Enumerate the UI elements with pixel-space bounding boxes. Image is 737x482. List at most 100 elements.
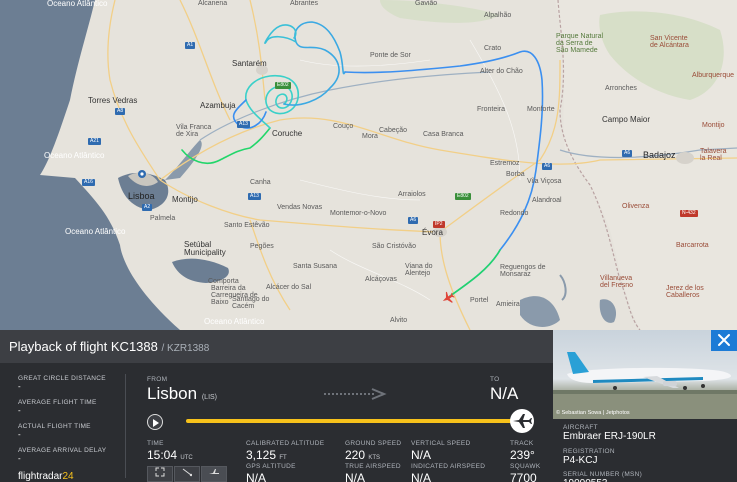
- map-label-town: Alburquerque: [692, 72, 735, 79]
- playback-scrubber[interactable]: [510, 409, 534, 433]
- map-label-town: Alter do Chão: [480, 68, 523, 75]
- map-label-city: Setúbal Municipality: [184, 240, 226, 257]
- map-label-town: Comporta: [208, 278, 239, 285]
- map-label-ocean: Oceano Atlântico: [47, 0, 108, 8]
- road-shield: A6: [408, 217, 419, 224]
- map-label-town: Redondo: [500, 210, 529, 217]
- gps-altitude-label: GPS ALTITUDE: [246, 463, 296, 470]
- gc-distance-label: GREAT CIRCLE DISTANCE: [18, 375, 106, 382]
- registration-label: REGISTRATION: [563, 448, 615, 455]
- play-button[interactable]: [147, 414, 163, 430]
- map-label-city: Campo Maior: [602, 115, 651, 124]
- playback-header: Playback of flight KC1388 / KZR1388: [0, 330, 553, 363]
- road-shield: A13: [237, 121, 250, 128]
- from-city: Lisbon: [147, 384, 198, 403]
- map-label-town: Borba: [506, 171, 525, 178]
- squawk-label: SQUAWK: [510, 463, 541, 470]
- time-value: 15:04 UTC: [147, 448, 193, 462]
- calibrated-altitude-value: 3,125 FT: [246, 448, 287, 462]
- map-label-town: Canha: [250, 179, 271, 186]
- plane-view-icon: [209, 469, 219, 474]
- road-shield: A8: [115, 108, 126, 115]
- map-label-town: Ponte de Sor: [370, 52, 411, 59]
- map-label-town: Couço: [333, 123, 354, 130]
- true-airspeed-label: TRUE AIRSPEED: [345, 463, 401, 470]
- vertical-speed-label: VERTICAL SPEED: [411, 440, 471, 447]
- from-label: FROM: [147, 376, 168, 383]
- to-label: TO: [490, 376, 500, 383]
- map-label-town: Cabeção: [379, 127, 408, 134]
- map-label-town: Amieira: [496, 301, 520, 308]
- flight-map[interactable]: Oceano Atlântico Oceano Atlântico Oceano…: [0, 0, 737, 330]
- playback-progress-bar[interactable]: [186, 419, 520, 423]
- map-label-town: Santa Susana: [293, 263, 337, 270]
- map-label-town: Crato: [484, 45, 502, 52]
- aircraft-photo[interactable]: © Sebastian Sowa | Jetphotos: [553, 330, 737, 419]
- road-shield: IP2: [433, 221, 445, 228]
- true-airspeed-value: N/A: [345, 471, 366, 482]
- map-label-town: Arronches: [605, 85, 637, 92]
- from-code: (LIS): [201, 394, 218, 401]
- playback-callsign: / KZR1388: [161, 343, 210, 354]
- map-label-town: Mora: [362, 133, 378, 140]
- actual-flight-time-value: -: [18, 430, 21, 439]
- logo-brand: flightradar: [18, 471, 63, 482]
- gps-altitude-value: N/A: [246, 471, 267, 482]
- map-label-town: Alcáçovas: [365, 276, 397, 283]
- route-arrow-icon: [324, 388, 387, 400]
- time-number: 15:04: [147, 448, 178, 462]
- road-shield: E802: [455, 193, 471, 200]
- indicated-airspeed-label: INDICATED AIRSPEED: [411, 463, 486, 470]
- map-label-town: Abrantes: [290, 0, 319, 7]
- actual-flight-time-label: ACTUAL FLIGHT TIME: [18, 423, 91, 430]
- playback-title-text: Playback of flight KC1388: [9, 339, 158, 354]
- calibrated-altitude-label: CALIBRATED ALTITUDE: [246, 440, 325, 447]
- time-unit: UTC: [180, 455, 193, 461]
- plane-icon: [513, 414, 532, 428]
- track-value: 239°: [510, 448, 535, 462]
- avg-arrival-delay-label: AVERAGE ARRIVAL DELAY: [18, 447, 107, 454]
- registration-value: P4-KCJ: [563, 455, 598, 466]
- map-label-town: Casa Branca: [423, 131, 464, 138]
- road-shield: E802: [275, 82, 291, 89]
- aircraft-value: Embraer ERJ-190LR: [563, 431, 656, 442]
- map-label-ocean: Oceano Atlântico: [44, 151, 105, 160]
- map-label-town: Vila Viçosa: [527, 178, 562, 185]
- from-airport: Lisbon (LIS): [147, 384, 217, 404]
- map-label-city: Coruche: [272, 129, 303, 138]
- track-label: TRACK: [510, 440, 534, 447]
- route-button[interactable]: [174, 466, 200, 482]
- close-icon: [718, 334, 730, 346]
- ground-speed-label: GROUND SPEED: [345, 440, 402, 447]
- map-label-town: Santo Estêvão: [224, 222, 270, 229]
- camera-button[interactable]: [147, 466, 173, 482]
- close-button[interactable]: [711, 330, 737, 351]
- playback-title: Playback of flight KC1388 / KZR1388: [9, 339, 209, 354]
- map-label-town: San Vicente de Alcántara: [650, 35, 689, 49]
- ground-speed-unit: KTS: [368, 455, 381, 461]
- road-shield: N-432: [680, 210, 698, 217]
- map-label-town: Palmela: [150, 215, 176, 222]
- avg-arrival-delay-value: -: [18, 454, 21, 463]
- squawk-value: 7700: [510, 471, 537, 482]
- map-label-town: Alcácer do Sal: [266, 284, 312, 291]
- aircraft-panel: © Sebastian Sowa | Jetphotos AIRCRAFT Em…: [553, 330, 737, 482]
- road-shield: A21: [88, 138, 101, 145]
- map-label-town: Villanueva del Fresno: [600, 275, 634, 289]
- map-label-town: Monforte: [527, 106, 555, 113]
- road-shield: A2: [142, 204, 153, 211]
- route-icon: [182, 468, 193, 477]
- map-label-town: Jerez de los Caballeros: [666, 285, 704, 299]
- map-label-town: Gavião: [415, 0, 438, 7]
- map-label-town: Alvito: [390, 317, 408, 324]
- map-label-city: Azambuja: [200, 101, 236, 110]
- map-label-town: Fronteira: [477, 106, 506, 113]
- map-label-city: Montijo: [172, 195, 198, 204]
- map-label-city: Torres Vedras: [88, 96, 138, 105]
- map-label-town: Montemor-o-Novo: [330, 210, 387, 217]
- road-shield: A6: [622, 150, 633, 157]
- calibrated-altitude-unit: FT: [279, 455, 287, 461]
- 3d-view-button[interactable]: [201, 466, 227, 482]
- panel-divider: [125, 374, 126, 478]
- playback-panel: Playback of flight KC1388 / KZR1388 GREA…: [0, 330, 553, 482]
